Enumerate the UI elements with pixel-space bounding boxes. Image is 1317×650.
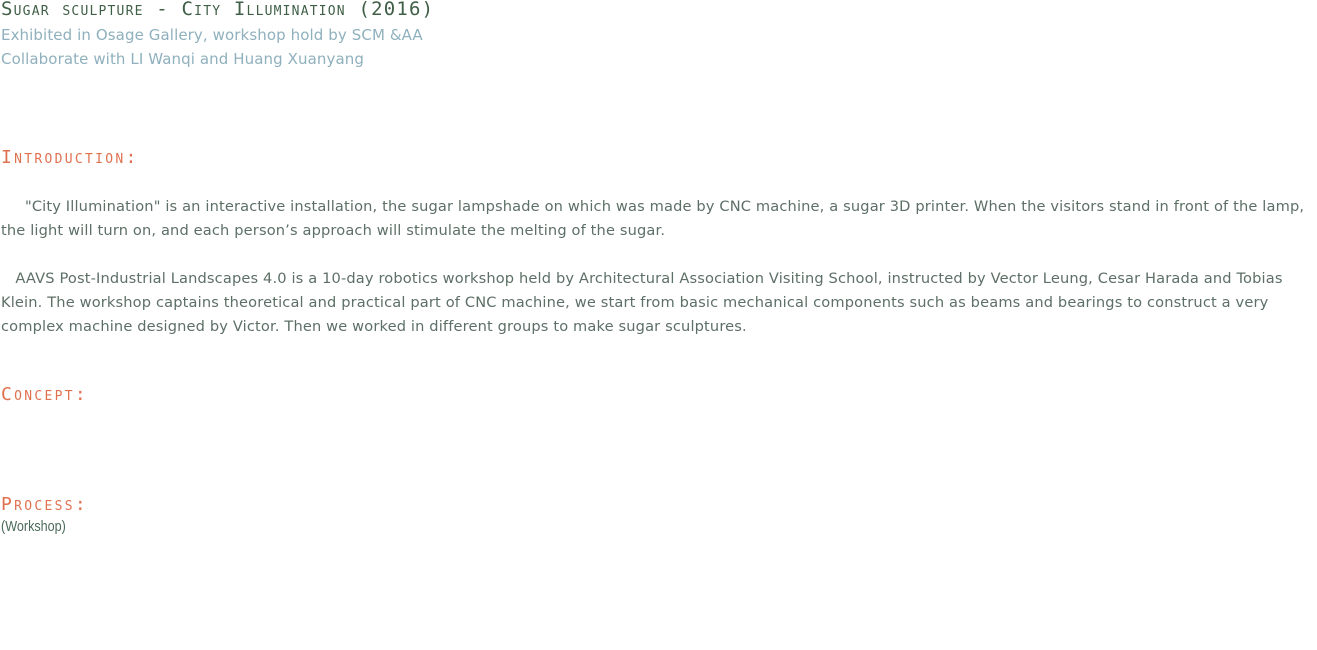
- introduction-paragraph-1: "City Illumination" is an interactive in…: [1, 198, 1309, 239]
- concept-heading: Concept:: [1, 384, 89, 405]
- process-note: (Workshop): [1, 518, 66, 535]
- collaborator-credit: Collaborate with LI Wanqi and Huang Xuan…: [1, 50, 365, 68]
- process-heading: Process:: [1, 494, 89, 515]
- introduction-paragraph-2: AAVS Post-Industrial Landscapes 4.0 is a…: [1, 270, 1288, 335]
- exhibition-credit: Exhibited in Osage Gallery, workshop hol…: [1, 26, 423, 44]
- introduction-heading: Introduction:: [1, 147, 139, 168]
- page-title: Sugar sculpture - City Illumination (201…: [1, 0, 435, 20]
